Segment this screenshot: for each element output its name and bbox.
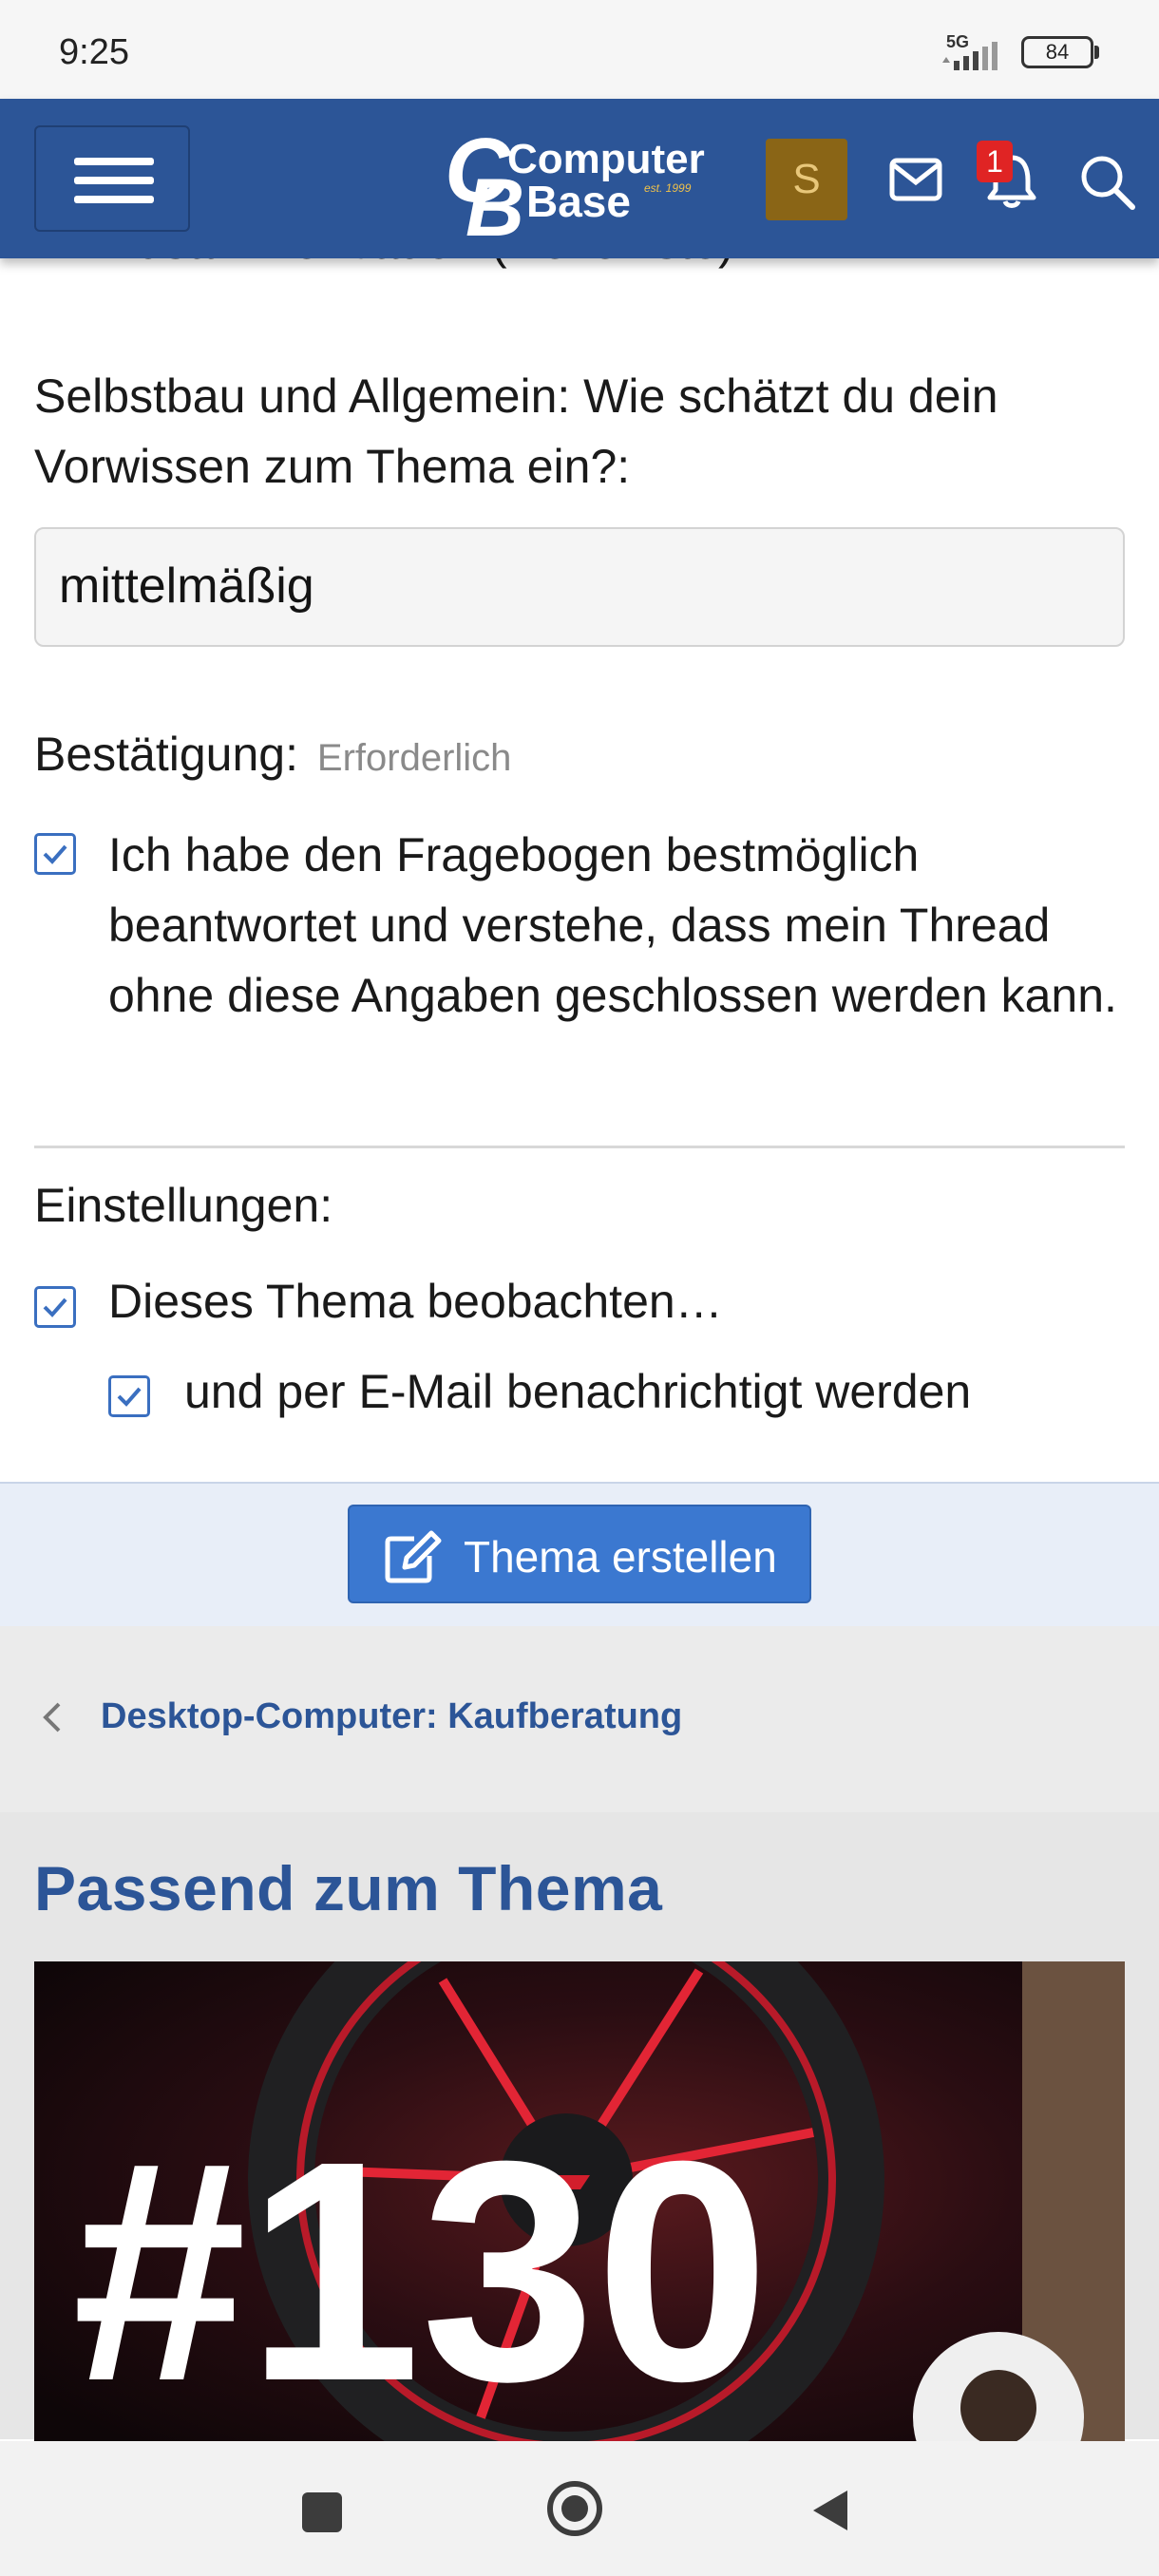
create-thread-button[interactable]: Thema erstellen — [348, 1505, 811, 1603]
battery-nub — [1094, 46, 1099, 59]
menu-icon-bar — [74, 177, 154, 184]
user-avatar[interactable]: S — [766, 139, 847, 220]
answer-value: mittelmäßig — [59, 559, 314, 614]
thumbnail-number: #130 — [72, 2095, 770, 2446]
check-icon — [43, 844, 67, 864]
create-thread-label: Thema erstellen — [464, 1532, 777, 1582]
breadcrumb: Desktop-Computer: Kaufberatung — [0, 1626, 1159, 1812]
check-icon — [43, 1297, 67, 1317]
related-section: Passend zum Thema #130 — [0, 1812, 1159, 2455]
submit-bar: Thema erstellen — [0, 1482, 1159, 1628]
related-thumbnail[interactable]: #130 — [34, 1961, 1125, 2455]
battery-indicator: 84 — [1021, 36, 1093, 68]
home-button[interactable] — [545, 2479, 604, 2538]
recents-button[interactable] — [302, 2492, 342, 2532]
edit-icon — [385, 1530, 442, 1583]
back-button[interactable] — [809, 2487, 851, 2534]
confirmation-text: Ich habe den Fragebogen bestmöglich bean… — [108, 828, 1117, 1022]
status-bar: 9:25 5G 84 — [0, 0, 1159, 99]
breadcrumb-link[interactable]: Desktop-Computer: Kaufberatung — [101, 1696, 682, 1737]
question-label: Selbstbau und Allgemein: Wie schätzt du … — [34, 369, 998, 493]
confirmation-checkbox[interactable] — [34, 833, 76, 875]
signal-icon — [942, 42, 998, 70]
thumbnail-image: #130 — [34, 1961, 1125, 2455]
divider — [34, 1146, 1125, 1148]
confirmation-label: Bestätigung: — [34, 728, 298, 781]
watch-thread-checkbox[interactable] — [34, 1286, 76, 1328]
menu-icon-bar — [74, 196, 154, 203]
menu-button[interactable] — [34, 125, 190, 232]
search-icon[interactable] — [1077, 152, 1136, 211]
site-header: C B Computer Base est. 1999 S 1 — [0, 99, 1159, 258]
status-time: 9:25 — [59, 32, 129, 72]
settings-heading: Einstellungen: — [34, 1179, 333, 1232]
chevron-left-icon[interactable] — [40, 1700, 65, 1734]
system-nav-bar — [0, 2441, 1159, 2576]
mail-icon[interactable] — [889, 158, 942, 201]
svg-text:est. 1999: est. 1999 — [644, 181, 692, 195]
svg-text:Base: Base — [526, 177, 631, 226]
notification-badge: 1 — [977, 141, 1013, 182]
email-notify-checkbox[interactable] — [108, 1375, 150, 1417]
site-logo[interactable]: C B Computer Base est. 1999 — [445, 118, 720, 241]
email-notify-label: und per E-Mail benachrichtigt werden — [184, 1365, 972, 1418]
check-icon — [117, 1387, 142, 1407]
confirmation-heading: Bestätigung: Erforderlich — [34, 727, 511, 782]
watch-thread-label: Dieses Thema beobachten… — [108, 1275, 723, 1328]
menu-icon — [74, 158, 154, 165]
required-hint: Erforderlich — [316, 737, 512, 779]
svg-text:Computer: Computer — [507, 136, 705, 182]
answer-field[interactable]: mittelmäßig — [34, 527, 1125, 647]
related-title: Passend zum Thema — [34, 1853, 663, 1923]
